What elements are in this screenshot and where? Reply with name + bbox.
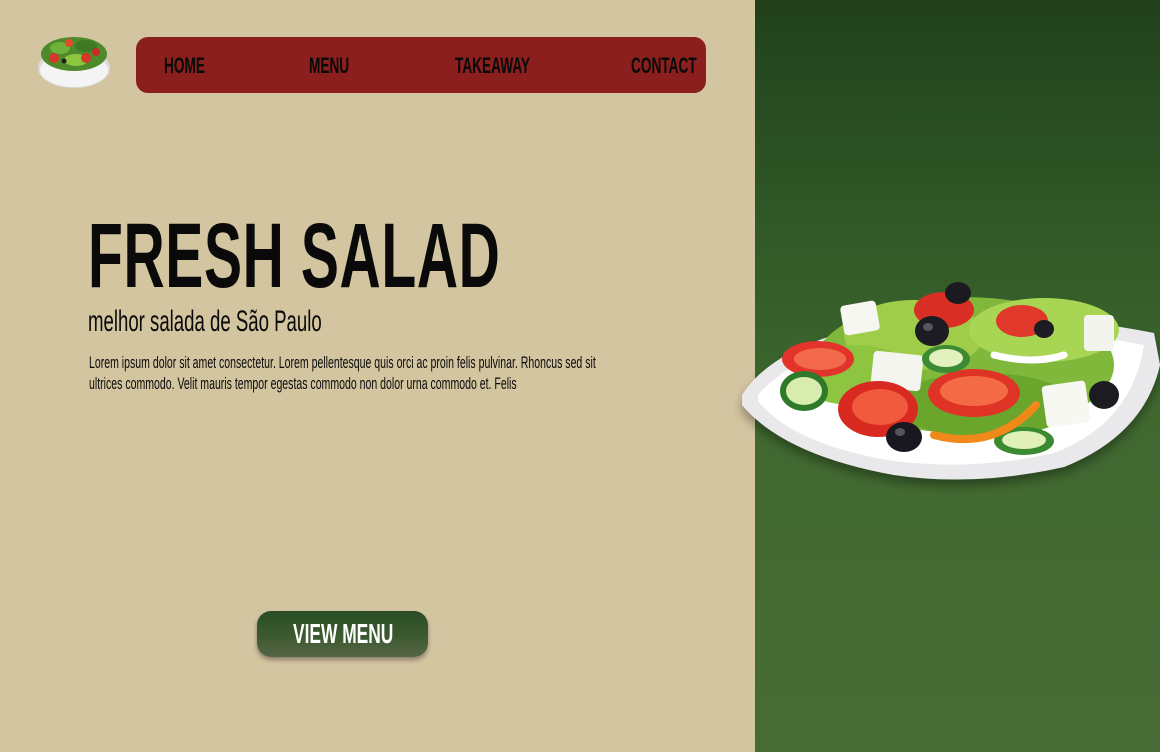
hero-title: FRESH SALAD xyxy=(88,205,501,307)
hero-subtitle: melhor salada de São Paulo xyxy=(88,305,322,338)
main-navbar: HOME MENU TAKEAWAY CONTACT xyxy=(136,37,706,93)
nav-takeaway-link[interactable]: TAKEAWAY xyxy=(455,53,535,79)
hero-description: Lorem ipsum dolor sit amet consectetur. … xyxy=(89,353,596,393)
view-menu-button[interactable]: VIEW MENU xyxy=(257,611,428,657)
nav-menu-link[interactable]: MENU xyxy=(309,53,369,79)
salad-plate-image xyxy=(742,282,1160,480)
nav-contact-link[interactable]: CONTACT xyxy=(631,53,701,79)
salad-bowl-logo-icon[interactable] xyxy=(36,26,112,90)
nav-home-link[interactable]: HOME xyxy=(164,53,224,79)
view-menu-label: VIEW MENU xyxy=(293,618,394,649)
